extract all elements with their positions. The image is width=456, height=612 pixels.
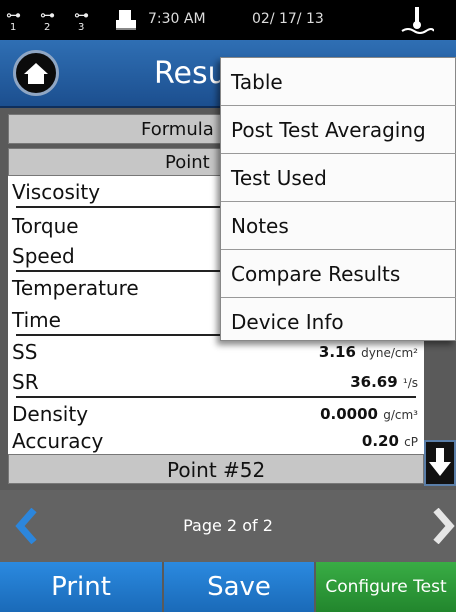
usb-port-label: 2	[44, 22, 51, 33]
menu-item-device-info[interactable]: Device Info	[221, 298, 456, 346]
usb-port-label: 3	[78, 22, 85, 33]
row-label: Temperature	[12, 276, 139, 300]
status-time: 7:30 AM	[148, 11, 206, 27]
usb-port-label: 1	[10, 22, 17, 33]
row-value: 0.20 cP	[361, 432, 418, 450]
point-number: Point #52	[167, 458, 266, 482]
options-menu: Table Post Test Averaging Test Used Note…	[220, 57, 456, 341]
point-footer-row: Point #52	[8, 454, 424, 484]
status-bar: ⊶ 1 ⊶ 2 ⊶ 3 7:30 AM 02/ 17/ 13	[0, 0, 456, 40]
menu-item-table[interactable]: Table	[221, 58, 456, 106]
row-label: Viscosity	[12, 180, 101, 204]
formula-label: Formula	[141, 119, 214, 140]
row-label: SS	[12, 340, 38, 364]
row-value: 0.0000 g/cm³	[320, 405, 418, 423]
page-title: Resu	[154, 56, 227, 91]
home-button[interactable]	[13, 50, 59, 96]
row-label: Accuracy	[12, 429, 104, 453]
next-page-arrow-icon[interactable]	[430, 508, 456, 544]
configure-test-button[interactable]: Configure Test	[316, 562, 456, 612]
table-row: Accuracy 0.20 cP	[8, 428, 424, 454]
scroll-down-button[interactable]	[424, 440, 456, 486]
table-row: Density 0.0000 g/cm³	[8, 400, 424, 428]
print-button[interactable]: Print	[0, 562, 162, 612]
save-button[interactable]: Save	[164, 562, 314, 612]
printer-icon	[116, 10, 136, 30]
row-value: 36.69 ¹/s	[350, 373, 418, 391]
menu-item-test-used[interactable]: Test Used	[221, 154, 456, 202]
row-label: Torque	[12, 214, 79, 238]
row-divider	[16, 396, 416, 398]
status-date: 02/ 17/ 13	[252, 11, 324, 27]
menu-item-compare-results[interactable]: Compare Results	[221, 250, 456, 298]
menu-item-post-test-averaging[interactable]: Post Test Averaging	[221, 106, 456, 154]
row-label: Speed	[12, 244, 75, 268]
home-icon	[24, 63, 48, 84]
arrow-down-icon	[429, 448, 451, 476]
row-label: Density	[12, 402, 89, 426]
row-label: SR	[12, 370, 39, 394]
page-indicator: Page 2 of 2	[183, 516, 273, 535]
point-header: Point	[165, 152, 210, 173]
menu-item-notes[interactable]: Notes	[221, 202, 456, 250]
pager-bar: Page 2 of 2	[0, 490, 456, 562]
row-label: Time	[12, 308, 61, 332]
temperature-probe-icon	[401, 7, 434, 34]
table-row: SR 36.69 ¹/s	[8, 368, 424, 396]
